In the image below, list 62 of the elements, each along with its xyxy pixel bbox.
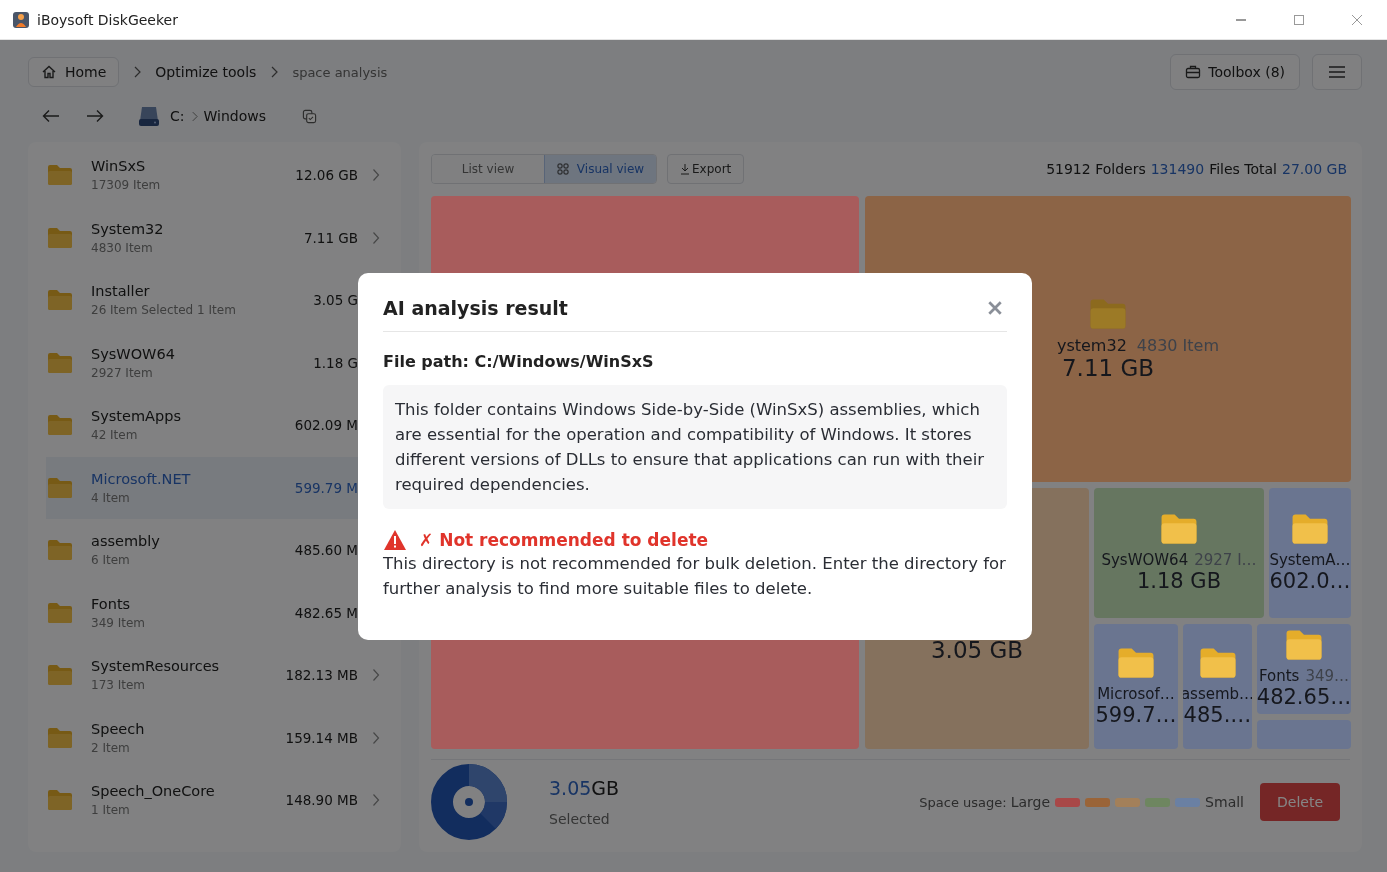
tile-count: 349… (1305, 667, 1350, 685)
folder-name: System32 (91, 220, 165, 237)
item-count: 26 Item Selected 1 Item (91, 303, 237, 318)
folder-size: 1.18 G (313, 354, 358, 371)
tile-size: 3.05 GB (930, 637, 1024, 663)
item-count: 4 Item (91, 490, 131, 505)
item-count: 2 Item (91, 740, 131, 755)
tile-size: 7.11 GB (1061, 354, 1155, 381)
folder-size: 148.90 MB (285, 792, 358, 809)
file-path: File path: C:/Windows/WinSxS (383, 352, 655, 371)
total-size: 27.00 GB (1282, 161, 1347, 177)
folder-size: 182.13 MB (285, 667, 358, 684)
item-count: 4830 Item (91, 240, 154, 255)
folder-name: SystemResources (91, 658, 221, 675)
folder-size: 599.79 M (294, 479, 358, 496)
folder-size: 159.14 MB (285, 729, 358, 746)
advice-text: This directory is not recommended for bulk deletion. Enter the directory for further analysis to find more suitable files to delete. (383, 553, 1007, 600)
folder-name: SystemApps (91, 408, 182, 425)
tile-size: 485.… (1183, 702, 1252, 727)
tile-name: Fonts (1258, 667, 1300, 685)
verdict-text: ✗ Not recommended to delete (419, 530, 709, 550)
description-text: This folder contains Windows Side-by-Side (WinSxS) assemblies, which are essential for the operation and compatibility of Windows. It stores different versions of DLLs to ensure that applications can run with their required dependencies. (383, 385, 1007, 509)
item-count: 17309 Item (91, 178, 162, 193)
folder-size: 12.06 GB (295, 167, 358, 184)
folder-size: 485.60 M (294, 542, 358, 559)
folder-name: WinSxS (91, 158, 147, 175)
tile-size: 599.7… (1095, 702, 1177, 727)
window-title: iBoysoft DiskGeeker (37, 11, 178, 28)
tile-name: Microsof… (1097, 684, 1175, 703)
item-count: 2927 Item (91, 365, 154, 380)
tile-size: 602.0… (1269, 569, 1351, 593)
folder-size: 3.05 G (313, 292, 358, 309)
file-count: 131490 (1150, 161, 1205, 177)
folder-name: Speech (91, 720, 146, 737)
tile-name: SysWOW64 (1101, 551, 1189, 569)
folder-name: Fonts (91, 595, 132, 612)
folder-name: assembly (91, 533, 161, 550)
item-count: 349 Item (91, 615, 147, 630)
item-count: 173 Item (91, 678, 147, 693)
dialog-title: AI analysis result (383, 297, 568, 319)
folder-size: 7.11 GB (303, 229, 358, 246)
tile-size: 482.65… (1257, 685, 1351, 709)
legend-large: Large (1010, 794, 1051, 810)
tile-count: 4830 Item (1136, 335, 1220, 355)
folder-size: 482.65 M (294, 604, 358, 621)
tile-size: 1.18 GB (1136, 569, 1222, 593)
folder-count: 51912 Folders (1046, 161, 1146, 177)
folder-name: Speech_OneCore (91, 783, 216, 800)
folder-name: Installer (91, 283, 151, 300)
legend-label: Space usage: (919, 794, 1007, 810)
folder-size: 602.09 M (294, 417, 358, 434)
selected-size: 3.05GB (549, 777, 620, 799)
item-count: 1 Item (91, 803, 131, 818)
files-total-label: Files Total (1209, 161, 1277, 177)
tile-name: SystemA… (1269, 551, 1351, 569)
folder-name: SysWOW64 (91, 345, 176, 362)
tile-name: ystem32 (1056, 335, 1127, 355)
item-count: 6 Item (91, 553, 131, 568)
item-count: 42 Item (91, 428, 139, 443)
folder-name: Microsoft.NET (91, 470, 192, 487)
legend-small: Small (1205, 794, 1244, 810)
selected-label: Selected (549, 811, 611, 827)
